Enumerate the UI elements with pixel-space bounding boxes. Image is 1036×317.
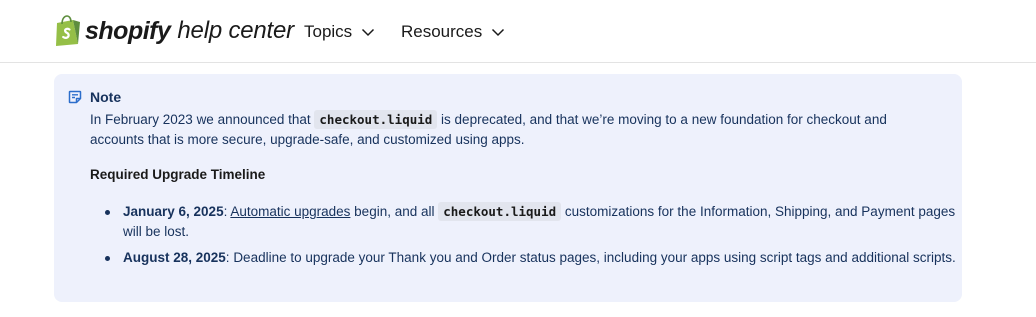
inline-code: checkout.liquid [314,110,438,129]
shopify-bag-icon [56,15,80,46]
note-callout: Note In February 2023 we announced that … [54,74,962,302]
item-text: Deadline to upgrade your Thank you and O… [233,250,956,265]
timeline-date: January 6, 2025 [123,204,224,219]
note-intro-paragraph: In February 2023 we announced that check… [90,110,940,150]
site-header: shopify help center Topics Resources [0,0,1036,63]
note-header: Note [68,88,121,106]
note-icon [68,90,82,104]
note-title: Note [90,89,122,105]
chevron-down-icon [492,28,505,36]
inline-code: checkout.liquid [438,202,562,221]
nav-resources[interactable]: Resources [401,20,505,44]
logo-subtitle: help center [177,17,294,44]
nav-resources-label: Resources [401,22,483,41]
item-text-a: begin, and all [350,204,439,219]
shopify-help-center-logo[interactable]: shopify help center [54,14,294,48]
list-item: January 6, 2025: Automatic upgrades begi… [105,202,973,242]
timeline-date: August 28, 2025 [123,250,226,265]
timeline-list: January 6, 2025: Automatic upgrades begi… [90,202,973,274]
timeline-subheading: Required Upgrade Timeline [90,167,266,182]
logo-wordmark: shopify [85,16,171,45]
automatic-upgrades-link[interactable]: Automatic upgrades [230,204,350,219]
list-item: August 28, 2025: Deadline to upgrade you… [105,248,973,268]
nav-topics[interactable]: Topics [304,20,375,44]
intro-text-before: In February 2023 we announced that [90,112,315,127]
chevron-down-icon [362,28,375,36]
nav-topics-label: Topics [304,22,353,41]
